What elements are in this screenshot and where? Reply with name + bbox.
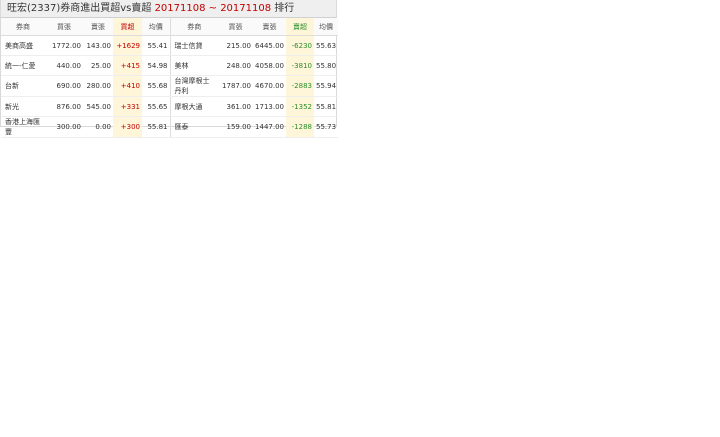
sell-broker-link[interactable]: 台灣摩根士丹利 xyxy=(169,75,218,97)
buy-broker-link[interactable]: 香港上海匯豐 xyxy=(1,116,45,138)
broker-table: 券商 買張 賣張 買超 均價 券商 買張 賣張 賣超 均價 美商高盛 1772.0… xyxy=(1,18,338,138)
panel-title: 旺宏(2337)券商進出買超vs賣超 20171108 ~ 20171108 排… xyxy=(1,0,336,18)
table-row: 香港上海匯豐 300.00 0.00 +300 55.81 匯泰 159.00 1447.00… xyxy=(1,116,338,138)
sell-broker-net: -2883 xyxy=(286,75,314,97)
title-suffix: 排行 xyxy=(271,3,295,14)
sell-broker-net: -1352 xyxy=(286,96,314,117)
buy-broker-avg: 55.41 xyxy=(142,35,170,56)
buy-broker-avg: 54.98 xyxy=(142,55,170,76)
header-sell: 賣張 xyxy=(253,18,286,36)
table-row: 新光 876.00 545.00 +331 55.65 摩根大通 361.00 1713.00… xyxy=(1,96,338,117)
sell-broker-buy: 1787.00 xyxy=(218,75,253,97)
buy-broker-buy: 690.00 xyxy=(45,75,83,97)
title-prefix: 旺宏(2337)券商進出買超vs賣超 xyxy=(7,3,155,14)
sell-broker-net: -3810 xyxy=(286,55,314,76)
sell-broker-sell: 1713.00 xyxy=(253,96,286,117)
title-date-range: 20171108 ~ 20171108 xyxy=(154,3,272,14)
sell-broker-avg: 55.63 xyxy=(314,35,338,56)
header-buy: 買張 xyxy=(218,18,253,36)
buy-broker-sell: 0.00 xyxy=(83,116,113,138)
buy-broker-link[interactable]: 美商高盛 xyxy=(1,35,45,56)
sell-broker-link[interactable]: 摩根大通 xyxy=(169,96,218,117)
sell-broker-net: -6230 xyxy=(286,35,314,56)
sell-broker-avg: 55.80 xyxy=(314,55,338,76)
buy-broker-avg: 55.81 xyxy=(142,116,170,138)
buy-broker-net: +415 xyxy=(113,55,142,76)
table-row: 統一-仁愛 440.00 25.00 +415 54.98 美林 248.00 4058.00… xyxy=(1,55,338,76)
table-row: 台新 690.00 280.00 +410 55.68 台灣摩根士丹利 1787.00 467… xyxy=(1,75,338,97)
sell-broker-avg: 55.81 xyxy=(314,96,338,117)
buy-broker-sell: 143.00 xyxy=(83,35,113,56)
sell-broker-sell: 4058.00 xyxy=(253,55,286,76)
buy-broker-net: +410 xyxy=(113,75,142,97)
buy-broker-buy: 300.00 xyxy=(45,116,83,138)
buy-broker-sell: 280.00 xyxy=(83,75,113,97)
buy-broker-sell: 25.00 xyxy=(83,55,113,76)
sell-broker-link[interactable]: 瑞士信貸 xyxy=(169,35,218,56)
header-row: 券商 買張 賣張 買超 均價 券商 買張 賣張 賣超 均價 xyxy=(1,18,338,36)
buy-broker-buy: 1772.00 xyxy=(45,35,83,56)
sell-broker-buy: 361.00 xyxy=(218,96,253,117)
sell-broker-sell: 6445.00 xyxy=(253,35,286,56)
sell-broker-avg: 55.73 xyxy=(314,116,338,138)
buy-broker-link[interactable]: 新光 xyxy=(1,96,45,117)
buy-broker-link[interactable]: 台新 xyxy=(1,75,45,97)
sell-broker-link[interactable]: 匯泰 xyxy=(169,116,218,138)
sell-broker-sell: 1447.00 xyxy=(253,116,286,138)
buy-broker-avg: 55.68 xyxy=(142,75,170,97)
buy-broker-sell: 545.00 xyxy=(83,96,113,117)
sell-broker-link[interactable]: 美林 xyxy=(169,55,218,76)
sell-broker-buy: 215.00 xyxy=(218,35,253,56)
buy-broker-net: +300 xyxy=(113,116,142,138)
header-sell: 賣張 xyxy=(83,18,113,36)
header-net-sell: 賣超 xyxy=(286,18,314,36)
buy-broker-link[interactable]: 統一-仁愛 xyxy=(1,55,45,76)
broker-ranking-panel: 旺宏(2337)券商進出買超vs賣超 20171108 ~ 20171108 排… xyxy=(0,0,338,138)
header-avg: 均價 xyxy=(142,18,170,36)
sell-broker-buy: 248.00 xyxy=(218,55,253,76)
header-broker: 券商 xyxy=(169,18,218,36)
buy-broker-buy: 440.00 xyxy=(45,55,83,76)
sell-broker-buy: 159.00 xyxy=(218,116,253,138)
buy-broker-net: +1629 xyxy=(113,35,142,56)
table-row: 美商高盛 1772.00 143.00 +1629 55.41 瑞士信貸 215.00 644… xyxy=(1,35,338,56)
header-avg: 均價 xyxy=(314,18,338,36)
buy-broker-buy: 876.00 xyxy=(45,96,83,117)
sell-broker-sell: 4670.00 xyxy=(253,75,286,97)
buy-broker-net: +331 xyxy=(113,96,142,117)
sell-broker-net: -1288 xyxy=(286,116,314,138)
header-net-buy: 買超 xyxy=(113,18,142,36)
header-buy: 買張 xyxy=(45,18,83,36)
buy-broker-avg: 55.65 xyxy=(142,96,170,117)
header-broker: 券商 xyxy=(1,18,45,36)
sell-broker-avg: 55.94 xyxy=(314,75,338,97)
